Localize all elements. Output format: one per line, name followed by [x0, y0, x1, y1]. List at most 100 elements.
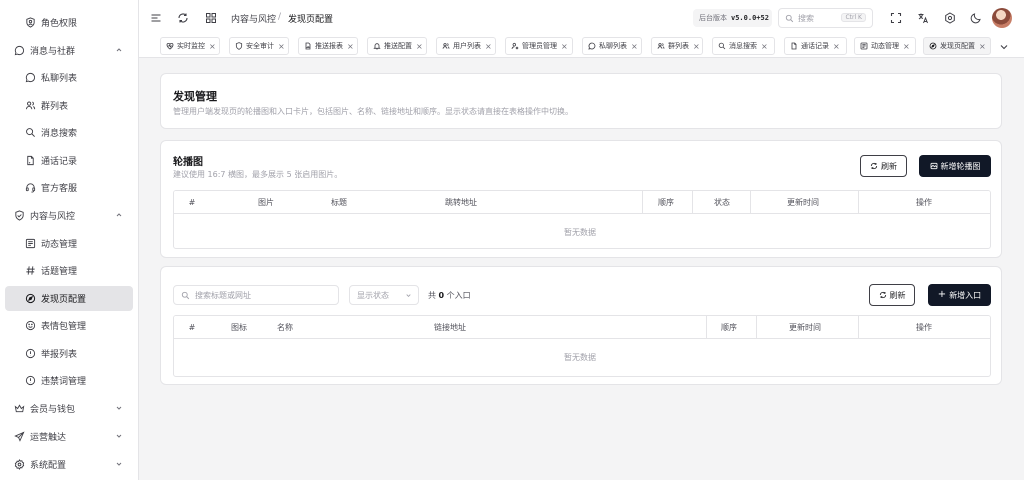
tab-security-audit[interactable]: 安全审计 ×: [229, 37, 289, 55]
count-value: 0: [438, 291, 445, 300]
file-text-icon: [25, 155, 36, 166]
entries-refresh-button[interactable]: 刷新: [869, 284, 915, 306]
tab-label: 安全审计: [246, 42, 274, 50]
carousel-card: 轮播图 建议使用 16:7 横图，最多展示 5 张启用图片。 刷新 新增轮播图 …: [160, 140, 1002, 258]
search-shortcut: Ctrl K: [841, 13, 866, 22]
settings-icon[interactable]: [944, 12, 956, 24]
version-value: v5.0.0+52: [731, 14, 769, 22]
global-search[interactable]: 搜索 Ctrl K: [778, 8, 873, 28]
close-icon[interactable]: ×: [903, 42, 910, 51]
column-header: 状态: [692, 191, 750, 214]
sidebar-item-message-search[interactable]: 消息搜索: [5, 120, 133, 145]
headset-icon: [25, 182, 36, 193]
sidebar-item-official-support[interactable]: 官方客服: [5, 175, 133, 200]
tab-discover-config[interactable]: 发现页配置 ×: [923, 37, 991, 55]
add-carousel-button[interactable]: 新增轮播图: [919, 155, 991, 177]
tab-label: 用户列表: [453, 42, 481, 50]
sidebar-item-private-chats[interactable]: 私聊列表: [5, 65, 133, 90]
close-icon[interactable]: ×: [209, 42, 216, 51]
sidebar-group-content-risk[interactable]: 内容与风控: [5, 203, 133, 228]
sidebar-group-system[interactable]: 系统配置: [5, 452, 133, 477]
tab-label: 群列表: [668, 42, 689, 50]
bell-icon: [373, 42, 381, 50]
sidebar-group-membership[interactable]: 会员与钱包: [5, 396, 133, 421]
breadcrumb-current: 发现页配置: [288, 15, 334, 25]
column-header: 标题: [325, 191, 415, 214]
sidebar-group-operations[interactable]: 运营触达: [5, 424, 133, 449]
sidebar-item-label: 发现页配置: [41, 295, 87, 305]
sidebar-item-label: 会员与钱包: [30, 405, 76, 415]
moon-icon[interactable]: [970, 12, 982, 24]
ban-icon: [25, 375, 36, 386]
sidebar-item-discover-config[interactable]: 发现页配置: [5, 286, 133, 311]
tab-push-report[interactable]: 推送报表 ×: [298, 37, 358, 55]
close-icon[interactable]: ×: [761, 42, 768, 51]
sidebar-item-posts[interactable]: 动态管理: [5, 231, 133, 256]
menu-toggle-icon[interactable]: [150, 12, 162, 24]
tab-label: 私聊列表: [599, 42, 627, 50]
entry-search-input[interactable]: 搜索标题或网址: [173, 285, 339, 305]
carousel-refresh-button[interactable]: 刷新: [860, 155, 907, 177]
close-icon[interactable]: ×: [693, 42, 700, 51]
close-icon[interactable]: ×: [561, 42, 568, 51]
tab-post-management[interactable]: 动态管理 ×: [854, 37, 916, 55]
tab-call-records[interactable]: 通话记录 ×: [784, 37, 847, 55]
tab-label: 消息搜索: [729, 42, 757, 50]
tab-message-search[interactable]: 消息搜索 ×: [712, 37, 775, 55]
refresh-icon[interactable]: [177, 12, 189, 24]
status-select[interactable]: 显示状态: [349, 285, 419, 305]
tab-label: 发现页配置: [940, 42, 975, 50]
sidebar-item-roles[interactable]: 角色权限: [5, 10, 133, 35]
refresh-icon: [879, 291, 890, 299]
entries-table: # 图标 名称 链接地址 顺序 更新时间 操作 暂无数据: [173, 315, 991, 377]
select-placeholder: 显示状态: [357, 290, 389, 300]
tab-push-config[interactable]: 推送配置 ×: [367, 37, 427, 55]
tab-admin-management[interactable]: 管理员管理 ×: [505, 37, 573, 55]
sidebar-item-label: 动态管理: [41, 240, 78, 250]
tab-realtime-monitor[interactable]: 实时监控 ×: [160, 37, 220, 55]
sidebar-item-label: 运营触达: [30, 433, 67, 443]
chevron-up-icon: [114, 210, 124, 220]
heart-pulse-icon: [166, 42, 174, 50]
tab-user-list[interactable]: 用户列表 ×: [436, 37, 496, 55]
tab-private-chats[interactable]: 私聊列表 ×: [582, 37, 642, 55]
users-icon: [442, 42, 450, 50]
sidebar-item-stickers[interactable]: 表情包管理: [5, 313, 133, 338]
sidebar-item-topics[interactable]: 话题管理: [5, 258, 133, 283]
tab-group-list[interactable]: 群列表 ×: [651, 37, 703, 55]
compass-icon: [929, 42, 937, 50]
column-header: 跳转地址: [415, 191, 642, 214]
sidebar-item-label: 话题管理: [41, 267, 78, 277]
column-header: 名称: [274, 316, 434, 339]
translate-icon[interactable]: [917, 12, 929, 24]
close-icon[interactable]: ×: [416, 42, 423, 51]
sidebar-item-call-records[interactable]: 通话记录: [5, 148, 133, 173]
sidebar-group-messages[interactable]: 消息与社群: [5, 38, 133, 63]
chevron-down-icon[interactable]: [998, 41, 1010, 53]
sidebar-item-reports[interactable]: 举报列表: [5, 341, 133, 366]
grid-icon[interactable]: [205, 12, 217, 24]
button-label: 刷新: [881, 161, 897, 171]
users-icon: [657, 42, 665, 50]
close-icon[interactable]: ×: [979, 42, 986, 51]
sidebar-item-label: 表情包管理: [41, 322, 87, 332]
add-entry-button[interactable]: + 新增入口: [928, 284, 991, 306]
empty-state: 暂无数据: [564, 353, 596, 362]
gear-icon: [14, 459, 25, 470]
search-placeholder: 搜索: [798, 13, 814, 23]
users-icon: [25, 100, 36, 111]
close-icon[interactable]: ×: [347, 42, 354, 51]
sidebar-item-banned-words[interactable]: 违禁词管理: [5, 368, 133, 393]
chat-bubble-icon: [588, 42, 596, 50]
close-icon[interactable]: ×: [833, 42, 840, 51]
avatar[interactable]: [992, 8, 1012, 28]
fullscreen-icon[interactable]: [890, 12, 902, 24]
close-icon[interactable]: ×: [631, 42, 638, 51]
column-header: 操作: [858, 191, 990, 214]
breadcrumb-item[interactable]: 内容与风控: [231, 12, 276, 25]
file-chart-icon: [304, 42, 312, 50]
close-icon[interactable]: ×: [485, 42, 492, 51]
close-icon[interactable]: ×: [278, 42, 285, 51]
sidebar-item-groups[interactable]: 群列表: [5, 93, 133, 118]
column-header: 顺序: [642, 191, 692, 214]
